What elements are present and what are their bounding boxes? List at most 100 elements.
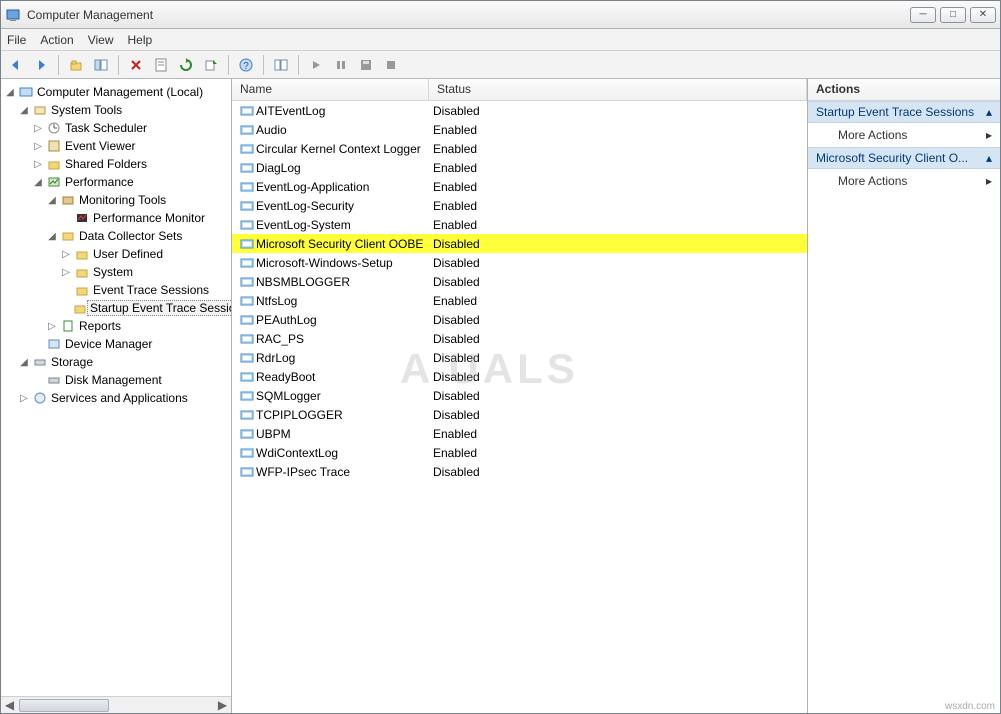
scroll-track[interactable]: [18, 698, 214, 713]
list-row[interactable]: RdrLogDisabled: [232, 348, 807, 367]
list-row[interactable]: EventLog-SecurityEnabled: [232, 196, 807, 215]
list-row[interactable]: TCPIPLOGGERDisabled: [232, 405, 807, 424]
tree-scrollbar[interactable]: ◀ ▶: [1, 696, 231, 713]
list-row[interactable]: Circular Kernel Context LoggerEnabled: [232, 139, 807, 158]
expand-icon[interactable]: ▷: [31, 141, 45, 152]
collapse-icon[interactable]: ◢: [45, 231, 59, 242]
up-button[interactable]: [65, 54, 87, 76]
actions-pane: Actions Startup Event Trace Sessions ▴ M…: [808, 79, 1000, 713]
action-head-ms-security[interactable]: Microsoft Security Client O... ▴: [808, 147, 1000, 169]
services-icon: [31, 391, 49, 405]
list-item-name: UBPM: [256, 427, 291, 441]
list-item-name: SQMLogger: [256, 389, 321, 403]
column-name[interactable]: Name: [232, 79, 429, 100]
help-button[interactable]: ?: [235, 54, 257, 76]
scroll-thumb[interactable]: [19, 699, 109, 712]
tree-monitoring-tools[interactable]: ◢ Monitoring Tools: [1, 191, 231, 209]
list-row[interactable]: UBPMEnabled: [232, 424, 807, 443]
action-more-1[interactable]: More Actions ▸: [808, 123, 1000, 147]
tree-root[interactable]: ◢ Computer Management (Local): [1, 83, 231, 101]
maximize-button[interactable]: □: [940, 7, 966, 23]
list-row[interactable]: NBSMBLOGGERDisabled: [232, 272, 807, 291]
tree-services-apps[interactable]: ▷ Services and Applications: [1, 389, 231, 407]
menu-action[interactable]: Action: [40, 33, 73, 47]
tree-event-trace-sessions[interactable]: Event Trace Sessions: [1, 281, 231, 299]
tree-disk-management[interactable]: Disk Management: [1, 371, 231, 389]
collapse-icon[interactable]: ◢: [31, 177, 45, 188]
scroll-left-icon[interactable]: ◀: [1, 698, 18, 713]
list-row[interactable]: PEAuthLogDisabled: [232, 310, 807, 329]
tree-shared-folders[interactable]: ▷ Shared Folders: [1, 155, 231, 173]
expand-icon[interactable]: ▷: [59, 267, 73, 278]
pause-button[interactable]: [330, 54, 352, 76]
menu-view[interactable]: View: [88, 33, 114, 47]
list-row[interactable]: NtfsLogEnabled: [232, 291, 807, 310]
list-row[interactable]: EventLog-ApplicationEnabled: [232, 177, 807, 196]
list-row[interactable]: WdiContextLogEnabled: [232, 443, 807, 462]
menu-file[interactable]: File: [7, 33, 26, 47]
forward-button[interactable]: [30, 54, 52, 76]
list-row[interactable]: EventLog-SystemEnabled: [232, 215, 807, 234]
expand-icon[interactable]: ▷: [17, 393, 31, 404]
tree-performance[interactable]: ◢ Performance: [1, 173, 231, 191]
trace-session-icon: [238, 181, 256, 193]
window-controls: ─ □ ✕: [910, 7, 996, 23]
action-more-2[interactable]: More Actions ▸: [808, 169, 1000, 193]
performance-icon: [45, 175, 63, 189]
list-row[interactable]: Microsoft-Windows-SetupDisabled: [232, 253, 807, 272]
minimize-button[interactable]: ─: [910, 7, 936, 23]
scroll-right-icon[interactable]: ▶: [214, 698, 231, 713]
tree-device-manager[interactable]: Device Manager: [1, 335, 231, 353]
back-button[interactable]: [5, 54, 27, 76]
expand-icon[interactable]: ▷: [59, 249, 73, 260]
export-button[interactable]: [200, 54, 222, 76]
tree-task-scheduler[interactable]: ▷ Task Scheduler: [1, 119, 231, 137]
tree-data-collector-sets[interactable]: ◢ Data Collector Sets: [1, 227, 231, 245]
tree-event-viewer[interactable]: ▷ Event Viewer: [1, 137, 231, 155]
list-row[interactable]: WFP-IPsec TraceDisabled: [232, 462, 807, 481]
tree-performance-monitor[interactable]: Performance Monitor: [1, 209, 231, 227]
trace-session-icon: [238, 466, 256, 478]
stop-button[interactable]: [380, 54, 402, 76]
list-row[interactable]: AITEventLogDisabled: [232, 101, 807, 120]
list-row[interactable]: SQMLoggerDisabled: [232, 386, 807, 405]
list-row[interactable]: ReadyBootDisabled: [232, 367, 807, 386]
list-row[interactable]: AudioEnabled: [232, 120, 807, 139]
toolbar-separator: [298, 55, 299, 75]
tree-system-tools[interactable]: ◢ System Tools: [1, 101, 231, 119]
tree-startup-event-trace[interactable]: Startup Event Trace Sessions: [1, 299, 231, 317]
collapse-icon[interactable]: ◢: [17, 357, 31, 368]
folder-icon: [73, 247, 91, 261]
list-item-name: AITEventLog: [256, 104, 325, 118]
menu-help[interactable]: Help: [128, 33, 153, 47]
expand-icon[interactable]: ▷: [31, 159, 45, 170]
expand-icon[interactable]: ▷: [31, 123, 45, 134]
show-hide-tree-button[interactable]: [90, 54, 112, 76]
chevron-up-icon: ▴: [986, 151, 992, 165]
play-button[interactable]: [305, 54, 327, 76]
collapse-icon[interactable]: ◢: [45, 195, 59, 206]
list-body[interactable]: AITEventLogDisabledAudioEnabledCircular …: [232, 101, 807, 713]
trace-session-icon: [238, 219, 256, 231]
tree-user-defined[interactable]: ▷ User Defined: [1, 245, 231, 263]
action-head-startup[interactable]: Startup Event Trace Sessions ▴: [808, 101, 1000, 123]
collapse-icon[interactable]: ◢: [17, 105, 31, 116]
properties-button[interactable]: [150, 54, 172, 76]
tree-body[interactable]: ◢ Computer Management (Local) ◢ System T…: [1, 79, 231, 696]
menu-bar: File Action View Help: [1, 29, 1000, 51]
column-status[interactable]: Status: [429, 79, 807, 100]
refresh-button[interactable]: [175, 54, 197, 76]
delete-button[interactable]: [125, 54, 147, 76]
template-button[interactable]: [270, 54, 292, 76]
list-row[interactable]: RAC_PSDisabled: [232, 329, 807, 348]
save-button[interactable]: [355, 54, 377, 76]
expand-icon[interactable]: ▷: [45, 321, 59, 332]
close-button[interactable]: ✕: [970, 7, 996, 23]
collapse-icon[interactable]: ◢: [3, 87, 17, 98]
tree-system[interactable]: ▷ System: [1, 263, 231, 281]
list-row[interactable]: DiagLogEnabled: [232, 158, 807, 177]
trace-session-icon: [238, 276, 256, 288]
list-row[interactable]: Microsoft Security Client OOBEDisabled: [232, 234, 807, 253]
tree-storage[interactable]: ◢ Storage: [1, 353, 231, 371]
tree-reports[interactable]: ▷ Reports: [1, 317, 231, 335]
